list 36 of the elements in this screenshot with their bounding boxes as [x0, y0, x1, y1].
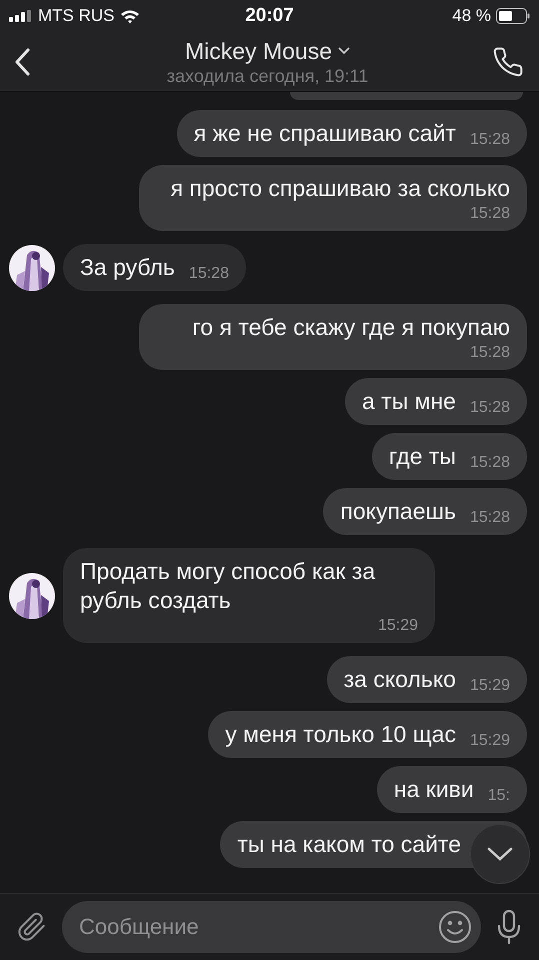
emoji-icon[interactable] — [438, 910, 472, 944]
message-text: у меня только 10 щас — [225, 720, 456, 749]
message-time: 15:29 — [378, 616, 418, 636]
message-time: 15:28 — [470, 130, 510, 150]
message-text: я же не спрашиваю сайт — [194, 119, 456, 148]
message-text: За рубль — [80, 253, 175, 282]
chevron-down-icon — [487, 847, 513, 861]
message-time: 15:28 — [470, 453, 510, 473]
message-time: 15: — [488, 786, 510, 806]
last-seen-text: заходила сегодня, 19:11 — [166, 64, 368, 86]
signal-icon — [9, 10, 33, 22]
message-text: Продать могу способ как за рубль создать — [80, 557, 376, 615]
wifi-icon — [120, 8, 140, 24]
message-text: за сколько — [344, 665, 456, 694]
message-time: 15:28 — [470, 343, 510, 363]
message-text: ты на каком то сайте — [237, 830, 461, 859]
message-time: 15:28 — [470, 508, 510, 528]
message-time: 15:28 — [470, 204, 510, 224]
message-text: где ты — [388, 442, 456, 471]
message-text: го я тебе скажу где я покупаю — [192, 313, 510, 342]
message-text: я просто спрашиваю за сколько — [170, 174, 510, 203]
message-text: а ты мне — [362, 387, 456, 416]
message-field[interactable]: Сообщение — [62, 901, 481, 953]
message-time: 15:29 — [470, 676, 510, 696]
battery-percent: 48 % — [452, 5, 492, 28]
carrier-name: MTS RUS — [38, 5, 114, 28]
message-text: покупаешь — [340, 497, 456, 526]
clock-time: 20:07 — [245, 4, 294, 28]
message-time: 15:28 — [188, 264, 229, 284]
contact-name[interactable]: Mickey Mouse — [185, 36, 332, 64]
battery-icon — [496, 8, 530, 24]
message-time: 15:28 — [470, 398, 510, 418]
phone-icon[interactable] — [491, 44, 525, 78]
message-text: на киви — [394, 775, 474, 804]
chevron-down-icon — [338, 46, 350, 54]
message-time: 15:29 — [470, 731, 510, 751]
